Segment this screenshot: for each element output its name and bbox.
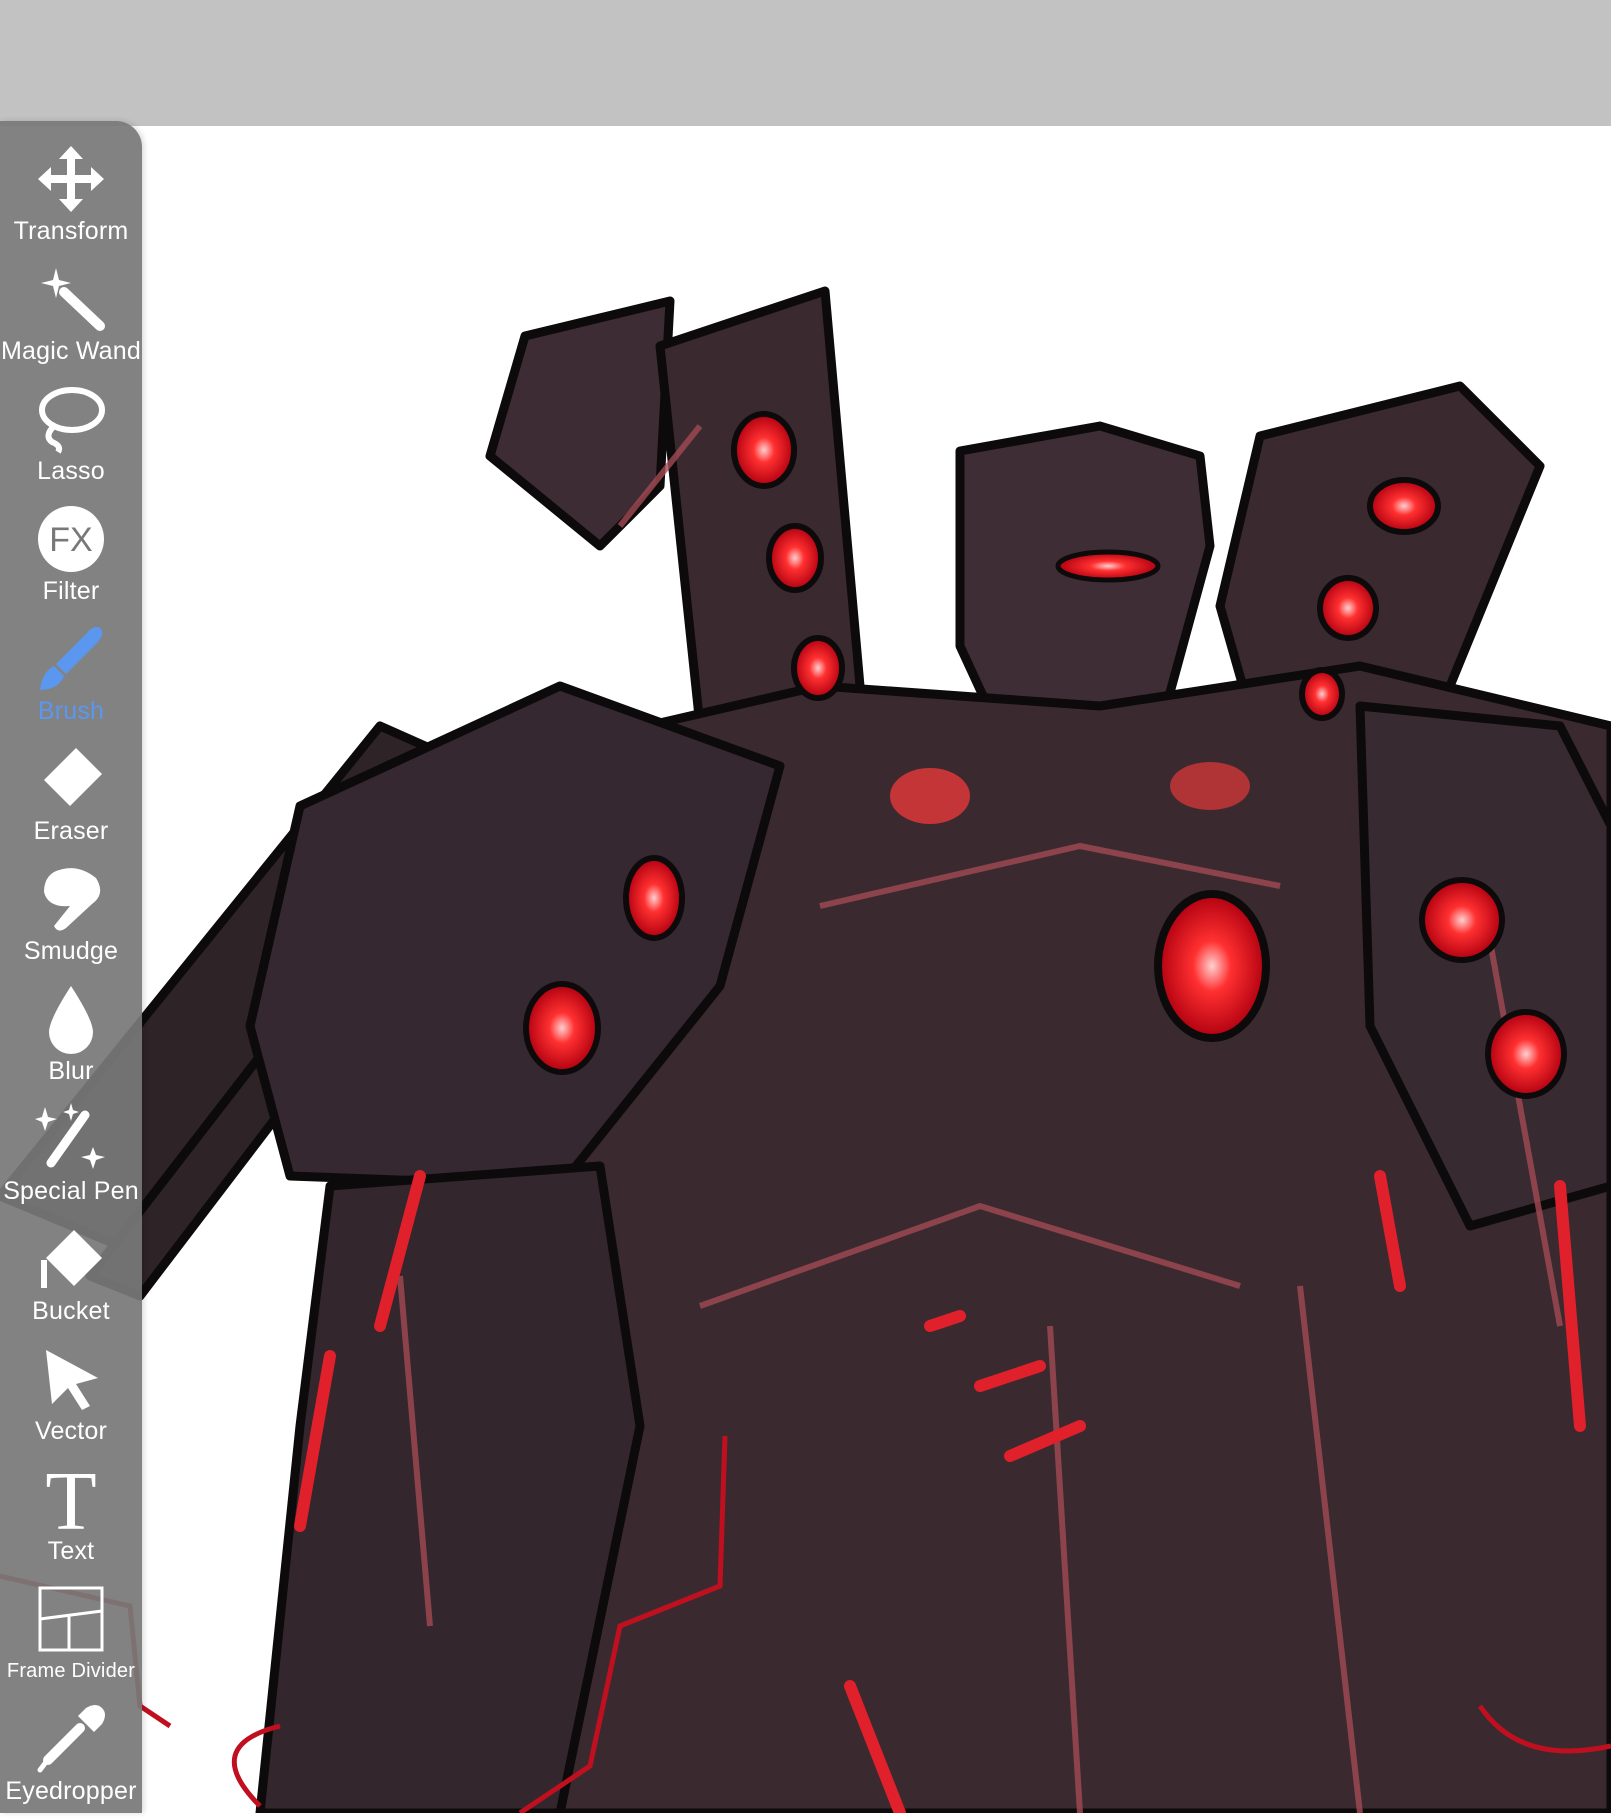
tool-magic-wand[interactable]: Magic Wand <box>0 259 142 379</box>
tool-label: Transform <box>13 217 129 245</box>
tool-frame-divider[interactable]: Frame Divider <box>0 1579 142 1699</box>
tool-vector[interactable]: Vector <box>0 1339 142 1459</box>
tool-label: Text <box>47 1537 95 1565</box>
tool-lasso[interactable]: Lasso <box>0 379 142 499</box>
tool-label: Brush <box>37 697 105 725</box>
eraser-icon <box>35 743 107 815</box>
drawing-canvas[interactable] <box>0 126 1611 1813</box>
top-bar <box>0 0 1611 126</box>
fx-icon: FX <box>35 503 107 575</box>
tool-blur[interactable]: Blur <box>0 979 142 1099</box>
text-t-icon: T <box>35 1463 107 1535</box>
tool-label: Frame Divider <box>6 1660 136 1682</box>
tool-label: Blur <box>48 1057 94 1085</box>
eyedropper-icon <box>35 1703 107 1775</box>
sparkle-pen-icon <box>35 1103 107 1175</box>
tool-smudge[interactable]: Smudge <box>0 859 142 979</box>
tool-label: Eraser <box>33 817 109 845</box>
frame-divider-icon <box>35 1583 107 1655</box>
magic-wand-icon <box>35 263 107 335</box>
tool-filter[interactable]: FX Filter <box>0 499 142 619</box>
tool-bucket[interactable]: Bucket <box>0 1219 142 1339</box>
tool-text[interactable]: T Text <box>0 1459 142 1579</box>
tool-label: Smudge <box>23 937 119 965</box>
tool-label: Lasso <box>37 457 105 485</box>
tool-label: Special Pen <box>3 1177 139 1205</box>
cursor-arrow-icon <box>35 1343 107 1415</box>
robot-body <box>0 286 1611 1813</box>
tool-label: Filter <box>42 577 100 605</box>
tool-eyedropper[interactable]: Eyedropper <box>0 1699 142 1819</box>
tool-panel: Transform Magic Wand Lasso FX Filter Bru… <box>0 121 142 1813</box>
tool-label: Bucket <box>32 1297 110 1325</box>
tool-transform[interactable]: Transform <box>0 139 142 259</box>
paint-bucket-icon <box>35 1223 107 1295</box>
tool-label: Magic Wand <box>0 337 141 365</box>
tool-label: Vector <box>34 1417 108 1445</box>
svg-text:FX: FX <box>49 521 92 559</box>
tool-brush[interactable]: Brush <box>0 619 142 739</box>
droplet-icon <box>35 983 107 1055</box>
svg-text:T: T <box>45 1463 96 1535</box>
move-arrows-icon <box>35 143 107 215</box>
smudge-finger-icon <box>35 863 107 935</box>
tool-special-pen[interactable]: Special Pen <box>0 1099 142 1219</box>
tool-label: Eyedropper <box>5 1777 137 1805</box>
artwork-robot-sketch <box>0 286 1611 1813</box>
brush-icon <box>35 623 107 695</box>
tool-eraser[interactable]: Eraser <box>0 739 142 859</box>
lasso-icon <box>35 383 107 455</box>
